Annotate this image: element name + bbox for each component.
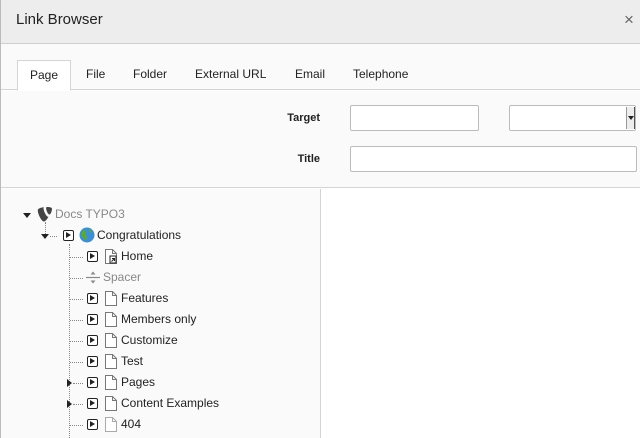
expand-box-icon[interactable] xyxy=(87,398,98,409)
collapsed-toggle-icon[interactable] xyxy=(65,379,73,387)
link-browser-modal: Link Browser × Page File Folder External… xyxy=(0,0,640,438)
tree-node-label: Content Examples xyxy=(121,396,220,410)
tree-node-root[interactable]: Docs TYPO3 xyxy=(1,204,320,225)
tree-node-label: Customize xyxy=(121,333,178,347)
tree-node-page[interactable]: Test xyxy=(1,351,320,372)
tree-node-page[interactable]: Members only xyxy=(1,309,320,330)
tree-node-label: Spacer xyxy=(103,270,142,284)
collapsed-toggle-icon[interactable] xyxy=(65,400,73,408)
typo3-logo-icon xyxy=(37,207,52,222)
target-input[interactable] xyxy=(350,105,479,131)
tree-node-page[interactable]: Home xyxy=(1,246,320,267)
page-icon xyxy=(105,333,117,348)
spacer-icon xyxy=(86,271,100,284)
title-label: Title xyxy=(297,153,320,165)
expand-box-icon[interactable] xyxy=(87,356,98,367)
expand-box-icon[interactable] xyxy=(87,335,98,346)
tree-node-label: 404 xyxy=(121,417,142,431)
tab-bar: Page File Folder External URL Email Tele… xyxy=(1,44,640,91)
page-icon-muted xyxy=(105,417,117,432)
page-tree: Docs TYPO3 Congratulations Home Spacer F… xyxy=(1,189,321,438)
title-input[interactable] xyxy=(350,146,637,172)
shortcut-page-icon xyxy=(105,249,117,264)
expand-box-icon[interactable] xyxy=(87,314,98,325)
tree-node-label: Home xyxy=(121,249,154,263)
tree-node-label: Pages xyxy=(121,375,156,389)
expand-toggle-icon[interactable] xyxy=(23,211,31,219)
chevron-down-icon xyxy=(626,107,635,129)
target-select[interactable] xyxy=(509,105,636,131)
page-icon xyxy=(105,291,117,306)
tab-email[interactable]: Email xyxy=(285,60,335,90)
modal-title: Link Browser xyxy=(16,11,103,28)
tree-node-page[interactable]: Features xyxy=(1,288,320,309)
expand-box-icon[interactable] xyxy=(87,377,98,388)
close-icon[interactable]: × xyxy=(621,11,637,29)
tree-node-label: Docs TYPO3 xyxy=(55,207,125,221)
tree-node-label: Test xyxy=(121,354,144,368)
tree-node-label: Features xyxy=(121,291,169,305)
link-attributes-form: Target Title xyxy=(1,91,640,188)
tab-page[interactable]: Page xyxy=(17,60,71,91)
tree-node-page[interactable]: 404 xyxy=(1,414,320,435)
page-icon xyxy=(105,354,117,369)
expand-box-icon[interactable] xyxy=(87,419,98,430)
tree-node-label: Congratulations xyxy=(97,228,182,242)
tab-telephone[interactable]: Telephone xyxy=(343,60,418,90)
expand-box-icon[interactable] xyxy=(87,293,98,304)
tree-node-page[interactable]: Customize xyxy=(1,330,320,351)
tree-node-page[interactable]: Pages xyxy=(1,372,320,393)
tab-external-url[interactable]: External URL xyxy=(185,60,276,90)
expand-box-icon[interactable] xyxy=(63,230,74,241)
target-label: Target xyxy=(287,112,320,124)
globe-icon xyxy=(79,227,95,243)
page-icon xyxy=(105,396,117,411)
expand-box-icon[interactable] xyxy=(87,251,98,262)
tab-folder[interactable]: Folder xyxy=(123,60,177,90)
tree-node-label: Members only xyxy=(121,312,197,326)
tree-node-spacer[interactable]: Spacer xyxy=(1,267,320,288)
page-icon xyxy=(105,312,117,327)
page-icon xyxy=(105,375,117,390)
expand-toggle-icon[interactable] xyxy=(41,232,49,240)
tree-node-site[interactable]: Congratulations xyxy=(1,225,320,246)
content-pane xyxy=(322,189,640,438)
tree-node-page[interactable]: Content Examples xyxy=(1,393,320,414)
tab-file[interactable]: File xyxy=(76,60,115,90)
modal-header: Link Browser × xyxy=(1,0,640,44)
